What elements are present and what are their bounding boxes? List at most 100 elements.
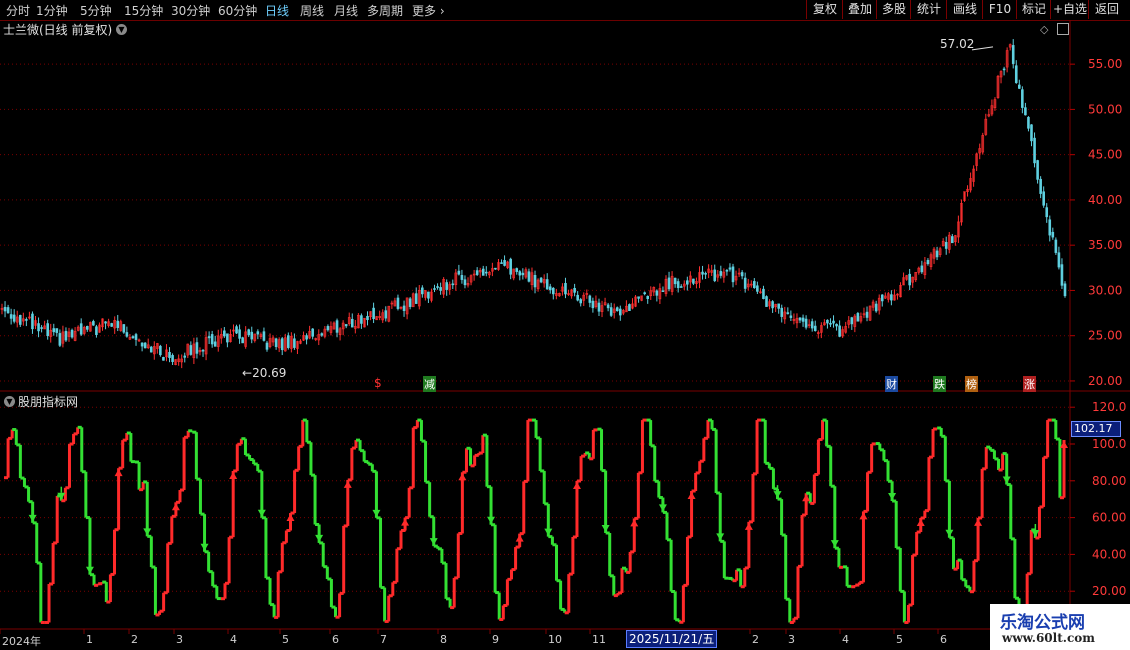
- candle-body: [856, 313, 860, 322]
- up-arrow-marker: [229, 471, 238, 479]
- price-tick-label: 20.00: [1088, 374, 1122, 388]
- candle-body: [159, 345, 162, 356]
- candle-body: [46, 323, 49, 336]
- candle-body: [615, 307, 619, 312]
- time-axis-label: 11: [592, 633, 606, 646]
- watermark-title: 乐淘公式网: [1000, 613, 1085, 633]
- candle-body: [241, 337, 244, 344]
- watermark-url: www.60lt.com: [1002, 631, 1095, 645]
- candle-body: [692, 278, 695, 284]
- candle-body: [874, 303, 878, 312]
- candle-body: [12, 314, 16, 322]
- candle-body: [548, 286, 552, 291]
- event-marker-rise[interactable]: 涨: [1023, 376, 1036, 392]
- candle-body: [655, 290, 659, 296]
- candle-body: [804, 318, 808, 328]
- candle-body: [667, 277, 671, 290]
- time-axis-label: 3: [788, 633, 795, 646]
- price-tick-label: 40.00: [1088, 193, 1122, 207]
- candle-body: [427, 291, 430, 299]
- candle-body: [460, 275, 464, 280]
- candle-body: [606, 304, 610, 309]
- event-marker-rank[interactable]: 榜: [965, 376, 978, 392]
- down-arrow-marker: [888, 493, 897, 501]
- candle-body: [40, 327, 43, 329]
- candle-body: [701, 271, 704, 275]
- event-marker-reduce[interactable]: 减: [423, 376, 436, 392]
- candle-body: [195, 342, 199, 354]
- candle-body: [162, 357, 165, 361]
- up-arrow-marker: [572, 481, 581, 489]
- price-tick-label: 50.00: [1088, 102, 1122, 116]
- candle-body: [829, 322, 832, 325]
- candle-body: [265, 342, 269, 350]
- event-marker-fall[interactable]: 跌: [933, 376, 946, 392]
- indicator-tick-label: 80.00: [1092, 474, 1126, 488]
- candle-body: [686, 280, 689, 285]
- candle-body: [1033, 137, 1036, 164]
- candle-body: [1054, 239, 1058, 253]
- stock-chart[interactable]: 55.00 50.00 45.00 40.00 35.00 30.00 25.00 20.00…: [0, 0, 1130, 650]
- candle-body: [52, 328, 56, 333]
- candlestick-series: [0, 39, 1067, 369]
- down-arrow-marker: [28, 514, 37, 522]
- candle-body: [189, 345, 193, 355]
- candle-body: [579, 299, 583, 304]
- time-axis-label: 5: [896, 633, 903, 646]
- candle-body: [643, 292, 646, 295]
- candle-body: [1030, 124, 1033, 142]
- up-arrow-marker: [687, 491, 696, 499]
- candle-body: [908, 273, 911, 286]
- candle-body: [131, 336, 135, 339]
- candle-body: [951, 236, 954, 244]
- up-arrow-marker: [401, 518, 410, 526]
- down-arrow-marker: [372, 509, 381, 517]
- candle-body: [85, 325, 89, 330]
- candle-body: [628, 304, 631, 311]
- up-arrow-marker: [171, 503, 180, 511]
- candle-body: [527, 271, 531, 282]
- candle-body: [104, 321, 107, 324]
- candle-body: [619, 308, 622, 316]
- candle-body: [1024, 107, 1027, 116]
- candle-body: [1057, 252, 1061, 268]
- candle-body: [463, 279, 467, 286]
- candle-body: [756, 285, 759, 292]
- time-axis-label: 6: [332, 633, 339, 646]
- candle-body: [704, 273, 707, 275]
- candle-body: [597, 302, 601, 312]
- candle-body: [366, 315, 369, 321]
- candle-body: [880, 294, 884, 302]
- price-tick-label: 45.00: [1088, 148, 1122, 162]
- candle-body: [168, 351, 171, 358]
- candle-body: [213, 341, 217, 347]
- candle-body: [509, 258, 512, 275]
- chevron-down-icon[interactable]: ▼: [4, 396, 15, 407]
- indicator-series: [4, 418, 1066, 624]
- candle-body: [320, 333, 324, 336]
- candle-body: [134, 334, 138, 340]
- up-arrow-marker: [859, 512, 868, 520]
- candle-body: [445, 282, 448, 290]
- candle-body: [1011, 45, 1015, 64]
- candle-body: [780, 307, 784, 317]
- time-axis-label: 2: [131, 633, 138, 646]
- price-tick-label: 30.00: [1088, 283, 1122, 297]
- price-tick-label: 55.00: [1088, 57, 1122, 71]
- indicator-tick-label: 20.00: [1092, 584, 1126, 598]
- candle-body: [360, 315, 363, 324]
- candle-body: [1042, 191, 1045, 206]
- candle-body: [140, 342, 144, 347]
- candle-body: [436, 286, 439, 288]
- candle-body: [402, 305, 406, 311]
- candle-body: [832, 320, 835, 324]
- event-marker-dollar[interactable]: $: [374, 376, 382, 390]
- candle-body: [344, 324, 348, 327]
- event-marker-finance[interactable]: 财: [885, 376, 898, 392]
- time-axis-label: 4: [230, 633, 237, 646]
- candle-body: [576, 294, 579, 301]
- candle-body: [850, 317, 854, 325]
- candle-body: [31, 313, 34, 330]
- candle-body: [1018, 84, 1021, 89]
- time-axis-label: 6: [940, 633, 947, 646]
